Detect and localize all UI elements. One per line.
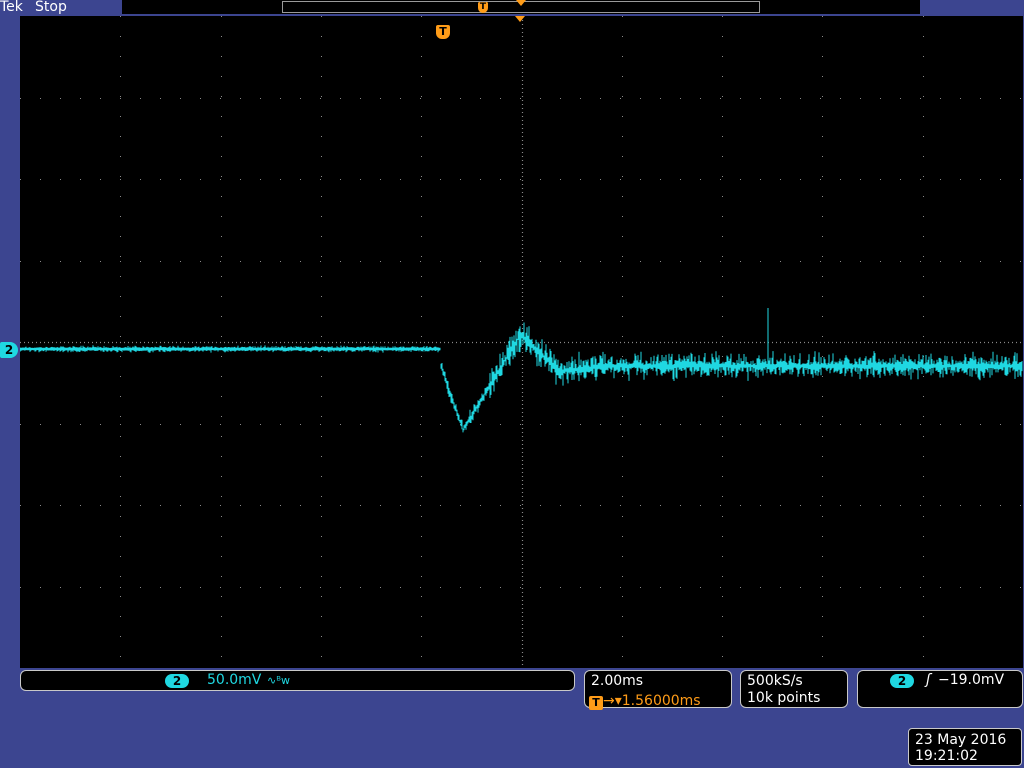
waveform-path (20, 308, 1023, 433)
trigger-readout-panel[interactable]: 2 ʃ −19.0mV (857, 670, 1023, 708)
time-label: 19:21:02 (915, 748, 978, 764)
horizontal-scale: 2.00ms (591, 673, 644, 689)
datetime-panel: 23 May 2016 19:21:02 (908, 728, 1022, 766)
top-status-bar: Tek Stop T (0, 0, 1024, 16)
expansion-point-icon (516, 0, 526, 6)
sample-rate: 500kS/s (747, 673, 803, 689)
acquisition-status: Stop (35, 0, 67, 15)
trigger-level: −19.0mV (938, 672, 1005, 688)
record-view-bar[interactable]: T (122, 0, 920, 14)
channel-2-chip: 2 (165, 674, 189, 688)
vertical-readout-panel[interactable]: 2 50.0mV ∿ᴮw (20, 670, 575, 691)
acquisition-readout-panel[interactable]: 500kS/s 10k points (740, 670, 848, 708)
record-length: 10k points (747, 690, 821, 706)
date-label: 23 May 2016 (915, 732, 1007, 748)
waveform-display[interactable]: T (20, 16, 1023, 668)
record-trigger-icon: T (478, 2, 488, 13)
channel-2-ground-marker[interactable]: 2 (0, 342, 18, 358)
expansion-point-screen-icon (515, 16, 525, 22)
trigger-position-icon[interactable]: T (436, 25, 450, 39)
trigger-position-arrow: →▾ (603, 693, 622, 709)
brand-label: Tek (0, 0, 23, 15)
trigger-position-readout: T →▾1.56000ms (589, 690, 701, 710)
trigger-source-chip: 2 (890, 674, 914, 688)
trigger-position-value: 1.56000ms (621, 693, 701, 709)
vertical-scale: 50.0mV (207, 672, 262, 688)
rising-edge-icon: ʃ (926, 672, 931, 688)
channel-2-trace (20, 308, 1023, 433)
bandwidth-limit-icon: ∿ᴮw (267, 674, 290, 687)
horizontal-readout-panel[interactable]: 2.00ms T →▾1.56000ms (584, 670, 732, 710)
trigger-icon: T (589, 696, 603, 710)
